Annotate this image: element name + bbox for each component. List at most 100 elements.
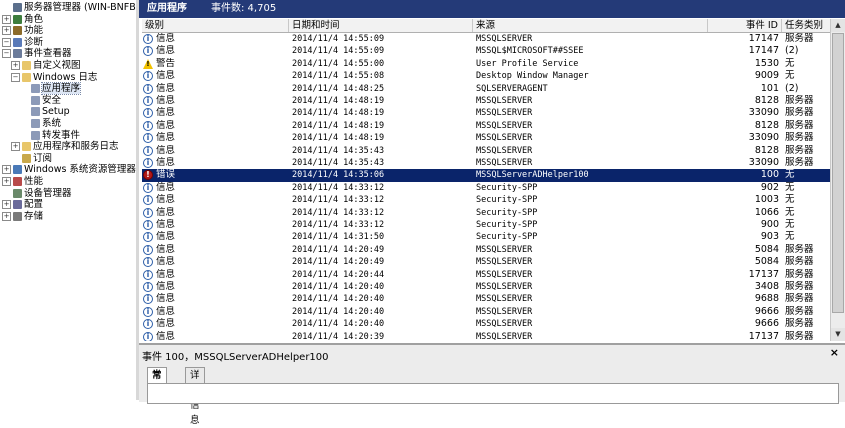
info-icon: i [143,120,153,131]
table-row[interactable]: i 信息 2014/11/4 14:48:19 MSSQLSERVER 8128 服务器 [142,120,830,133]
tree-node[interactable]: + 存储 [2,211,43,223]
tab-details[interactable]: 详细信息 [185,367,205,426]
tree-node[interactable]: 服务器管理器 (WIN-BNFBD7V06R [2,2,136,14]
expand-icon[interactable]: + [2,14,11,24]
collapse-icon[interactable]: − [2,37,11,47]
table-row[interactable]: i 信息 2014/11/4 14:33:12 Security-SPP 1066 无 [142,207,830,220]
tree-node[interactable]: − Windows 日志 [11,72,97,84]
cell-task: (2) [785,45,799,57]
scrollbar-thumb[interactable] [832,33,844,313]
scroll-down-arrow-icon[interactable]: ▼ [831,328,845,341]
cell-date: 2014/11/4 14:55:00 [292,58,385,69]
cell-date: 2014/11/4 14:55:08 [292,71,385,82]
info-icon: i [143,195,153,206]
column-header-task-category[interactable]: 任务类别 [782,19,830,32]
table-row[interactable]: i 信息 2014/11/4 14:55:09 MSSQLSERVER 17147 服务器 [142,33,830,46]
scroll-up-arrow-icon[interactable]: ▲ [831,19,845,32]
cell-source: MSSQLSERVER [476,294,533,305]
table-row[interactable]: ! 警告 2014/11/4 14:55:00 User Profile Servic… [142,58,830,71]
tree-node[interactable]: − 事件查看器 [2,48,72,60]
table-row[interactable]: i 信息 2014/11/4 14:48:19 MSSQLSERVER 33090 服务器 [142,107,830,120]
table-row[interactable]: ! 错误 2014/11/4 14:35:06 MSSQLServerADHelper… [142,169,830,182]
tree-node[interactable]: 转发事件 [20,130,80,142]
table-row[interactable]: i 信息 2014/11/4 14:20:40 MSSQLSERVER 9688 服务器 [142,293,830,306]
collapse-icon[interactable]: − [11,72,20,82]
cell-level: 信息 [156,256,176,268]
cell-id: 17147 [748,45,779,57]
expand-icon[interactable]: + [2,200,11,210]
cell-date: 2014/11/4 14:55:09 [292,46,385,57]
table-row[interactable]: i 信息 2014/11/4 14:20:39 MSSQLSERVER 17137 服务器 [142,331,830,341]
tree-node[interactable]: + Windows 系统资源管理器 [2,164,136,176]
expand-icon[interactable]: + [2,211,11,221]
cell-source: SQLSERVERAGENT [476,83,548,94]
cell-task: 服务器 [785,256,814,268]
info-icon: i [143,71,153,82]
tree-node[interactable]: 订阅 [11,153,52,165]
tree-node[interactable]: + 角色 [2,14,43,26]
table-row[interactable]: i 信息 2014/11/4 14:20:40 MSSQLSERVER 3408 服务器 [142,281,830,294]
expand-icon[interactable]: + [11,142,20,152]
table-row[interactable]: i 信息 2014/11/4 14:55:09 MSSQL$MICROSOFT##SS… [142,45,830,58]
table-row[interactable]: i 信息 2014/11/4 14:31:50 Security-SPP 903 无 [142,231,830,244]
expand-icon[interactable]: + [2,26,11,36]
tree-node[interactable]: 应用程序 [20,82,82,96]
close-icon[interactable]: × [830,346,839,359]
diagnostics-icon [13,37,22,47]
column-header-level[interactable]: 级别 [142,19,289,32]
info-icon: i [143,269,153,280]
info-icon: i [143,34,153,44]
cell-id: 17137 [748,268,779,280]
tree-node[interactable]: 安全 [20,95,61,107]
tree-node[interactable]: + 应用程序和服务日志 [11,141,119,153]
cell-level: 信息 [156,318,176,330]
cell-date: 2014/11/4 14:20:44 [292,269,385,280]
tree-node[interactable]: + 配置 [2,199,43,211]
column-header-source[interactable]: 来源 [473,19,708,32]
tree-node[interactable]: + 性能 [2,176,43,188]
column-header-date[interactable]: 日期和时间 [289,19,473,32]
table-row[interactable]: i 信息 2014/11/4 14:33:12 Security-SPP 902 无 [142,182,830,195]
vertical-scrollbar[interactable]: ▲ ▼ [830,19,845,341]
collapse-icon[interactable]: − [2,49,11,59]
tree-node[interactable]: Setup [20,106,70,118]
table-row[interactable]: i 信息 2014/11/4 14:20:44 MSSQLSERVER 17137 服务器 [142,269,830,282]
info-icon: i [143,83,153,94]
table-row[interactable]: i 信息 2014/11/4 14:48:19 MSSQLSERVER 33090 服务器 [142,132,830,145]
cell-task: 无 [785,219,795,230]
cell-source: MSSQLSERVER [476,269,533,280]
cell-level: 信息 [156,70,176,82]
device-manager-icon [13,188,22,198]
table-row[interactable]: i 信息 2014/11/4 14:20:49 MSSQLSERVER 5084 服务器 [142,256,830,269]
expand-icon[interactable]: + [11,61,20,70]
tree-node[interactable]: − 诊断 [2,37,43,49]
table-row[interactable]: i 信息 2014/11/4 14:33:12 Security-SPP 1003 无 [142,194,830,207]
cell-id: 9688 [754,293,779,305]
table-row[interactable]: i 信息 2014/11/4 14:35:43 MSSQLSERVER 8128 服务器 [142,145,830,158]
table-row[interactable]: i 信息 2014/11/4 14:35:43 MSSQLSERVER 33090 服务器 [142,157,830,170]
tree-node[interactable]: + 功能 [2,25,43,37]
table-row[interactable]: i 信息 2014/11/4 14:20:49 MSSQLSERVER 5084 服务器 [142,244,830,257]
cell-task: 服务器 [785,107,814,119]
expand-icon[interactable]: + [2,165,11,175]
expand-icon[interactable]: + [2,177,11,186]
table-row[interactable]: i 信息 2014/11/4 14:48:25 SQLSERVERAGENT 101 (2… [142,83,830,96]
tree-node[interactable]: + 自定义视图 [11,60,81,72]
cell-task: (2) [785,82,799,94]
cell-level: 信息 [156,194,176,206]
column-header-event-id[interactable]: 事件 ID [708,19,782,32]
cell-id: 900 [760,219,779,230]
table-row[interactable]: i 信息 2014/11/4 14:33:12 Security-SPP 900 无 [142,219,830,232]
cell-source: MSSQLSERVER [476,244,533,255]
tree-node[interactable]: 系统 [20,118,61,130]
cell-source: MSSQLSERVER [476,96,533,106]
table-row[interactable]: i 信息 2014/11/4 14:55:08 Desktop Window Mana… [142,70,830,83]
table-row[interactable]: i 信息 2014/11/4 14:48:19 MSSQLSERVER 8128 服务器 [142,95,830,108]
cell-date: 2014/11/4 14:35:43 [292,145,385,156]
cell-task: 服务器 [785,330,814,341]
table-row[interactable]: i 信息 2014/11/4 14:20:40 MSSQLSERVER 9666 服务器 [142,318,830,331]
cell-source: MSSQLSERVER [476,282,533,292]
error-icon: ! [143,170,153,181]
table-row[interactable]: i 信息 2014/11/4 14:20:40 MSSQLSERVER 9666 服务器 [142,306,830,319]
tree-node[interactable]: 设备管理器 [2,188,72,200]
